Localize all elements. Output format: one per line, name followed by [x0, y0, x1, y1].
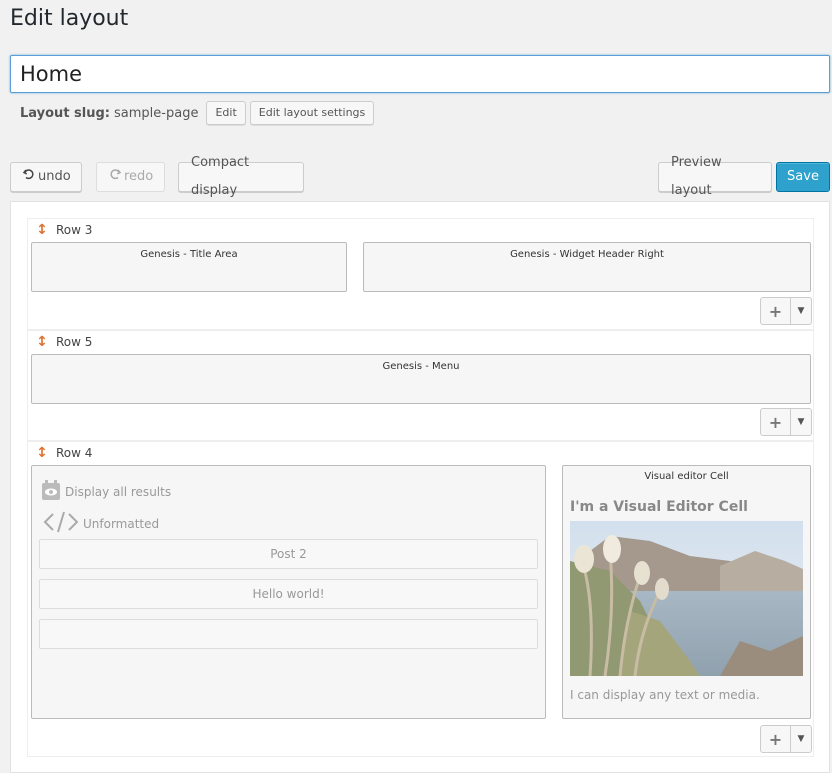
slug-value: sample-page [114, 105, 199, 121]
drag-handle-icon[interactable]: ↕ [28, 442, 56, 464]
visual-editor-cell[interactable]: Visual editor Cell I'm a Visual Editor C… [562, 465, 811, 719]
row-label: Row 4 [56, 446, 93, 460]
undo-button[interactable]: undo [10, 162, 82, 192]
add-cell-split-button: + ▼ [760, 408, 812, 436]
page-title: Edit layout [10, 6, 129, 31]
layout-row: ↕ Row 5 Genesis - Menu + ▼ [27, 330, 814, 441]
views-cell[interactable]: Display all results Unformatted Post 2 H… [31, 465, 546, 719]
layout-editor: ↕ Row 3 Genesis - Title Area Genesis - W… [10, 201, 830, 773]
layout-cell[interactable]: Genesis - Menu [31, 354, 811, 404]
cell-title: Genesis - Title Area [140, 249, 238, 260]
display-all-results-label: Display all results [65, 484, 172, 499]
caret-down-icon[interactable]: ▼ [791, 409, 811, 435]
redo-icon [109, 163, 122, 191]
display-results-line: Display all results [41, 479, 171, 504]
row-header: ↕ Row 5 [28, 331, 92, 353]
row-label: Row 3 [56, 223, 93, 237]
drag-handle-icon[interactable]: ↕ [28, 331, 56, 353]
result-item: Post 2 [39, 539, 538, 569]
redo-button[interactable]: redo [96, 162, 165, 192]
visual-editor-heading: I'm a Visual Editor Cell [570, 499, 748, 515]
unformatted-line: Unformatted [43, 510, 159, 537]
caret-down-icon[interactable]: ▼ [791, 298, 811, 324]
drag-handle-icon[interactable]: ↕ [28, 219, 56, 241]
visual-editor-caption: I can display any text or media. [570, 688, 760, 702]
cell-title: Genesis - Menu [382, 361, 460, 372]
preview-layout-button[interactable]: Preview layout [658, 155, 772, 198]
add-cell-split-button: + ▼ [760, 297, 812, 325]
row-header: ↕ Row 3 [28, 219, 92, 241]
code-icon [43, 510, 79, 537]
unformatted-label: Unformatted [83, 516, 160, 531]
compact-display-button[interactable]: Compact display [178, 155, 304, 198]
add-cell-split-button: + ▼ [760, 725, 812, 753]
cell-title: Visual editor Cell [644, 471, 729, 482]
undo-icon [22, 163, 35, 191]
layout-slug-row: Layout slug: sample-page Edit Edit layou… [20, 101, 375, 125]
landscape-image [570, 521, 803, 676]
layout-cell[interactable]: Genesis - Title Area [31, 242, 347, 292]
slug-label: Layout slug: [20, 105, 111, 121]
undo-label: undo [38, 169, 71, 184]
layout-row: ↕ Row 4 Display all results Unformatted … [27, 441, 814, 757]
save-button[interactable]: Save [776, 162, 830, 192]
row-header: ↕ Row 4 [28, 442, 92, 464]
layout-row: ↕ Row 3 Genesis - Title Area Genesis - W… [27, 218, 814, 330]
cell-title: Genesis - Widget Header Right [510, 249, 664, 260]
plus-icon[interactable]: + [761, 726, 791, 752]
redo-label: redo [124, 169, 154, 184]
layout-cell[interactable]: Genesis - Widget Header Right [363, 242, 811, 292]
view-icon [41, 479, 61, 504]
row-label: Row 5 [56, 335, 93, 349]
result-item [39, 619, 538, 649]
plus-icon[interactable]: + [761, 298, 791, 324]
edit-slug-button[interactable]: Edit [206, 101, 246, 125]
result-item: Hello world! [39, 579, 538, 609]
layout-title-input[interactable]: Home [10, 55, 830, 93]
plus-icon[interactable]: + [761, 409, 791, 435]
edit-layout-settings-button[interactable]: Edit layout settings [249, 101, 375, 125]
caret-down-icon[interactable]: ▼ [791, 726, 811, 752]
